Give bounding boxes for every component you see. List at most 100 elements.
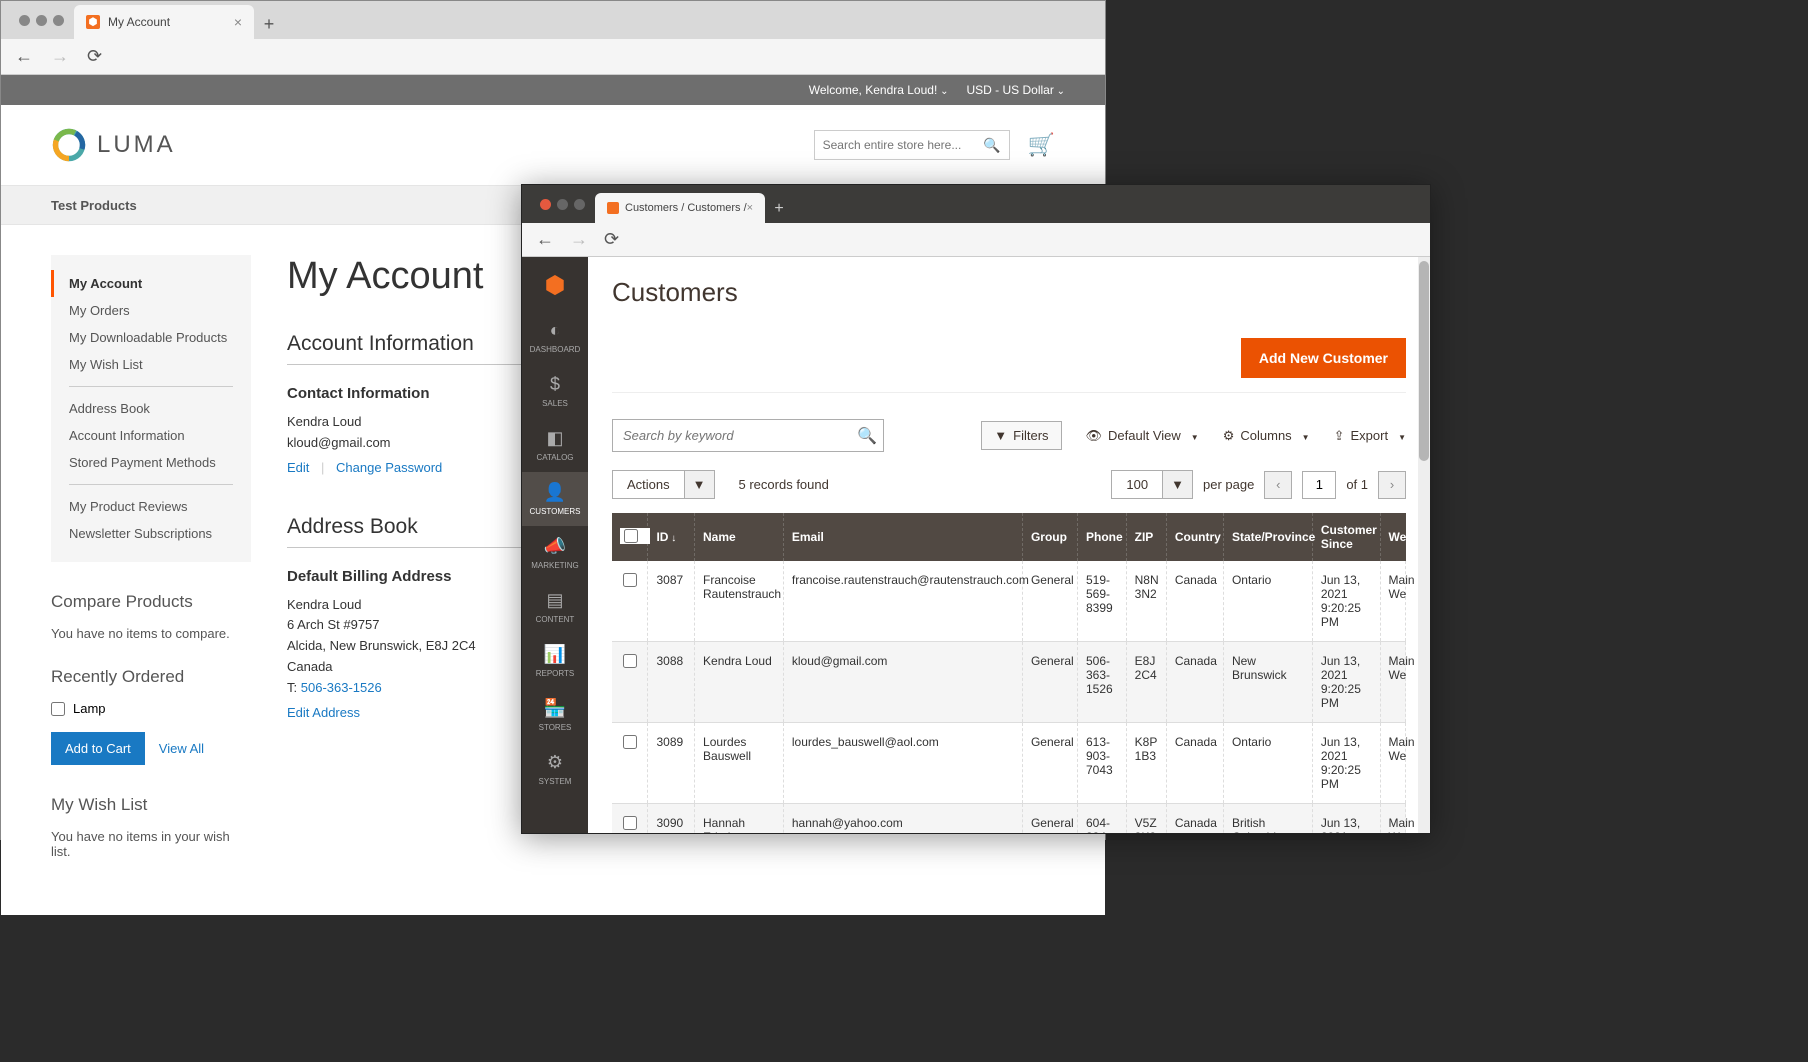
menu-payment-methods[interactable]: Stored Payment Methods	[51, 449, 251, 476]
nav-sales[interactable]: $SALES	[522, 364, 588, 418]
new-tab-button[interactable]: +	[765, 195, 793, 223]
close-window-icon[interactable]	[540, 199, 551, 210]
luma-logo[interactable]: LUMA	[51, 127, 176, 163]
back-icon[interactable]: ←	[15, 46, 33, 67]
menu-item-test-products[interactable]: Test Products	[51, 198, 137, 213]
nav-marketing[interactable]: 📣MARKETING	[522, 526, 588, 580]
currency-dropdown[interactable]: USD - US Dollar	[966, 83, 1065, 97]
add-to-cart-button[interactable]: Add to Cart	[51, 732, 145, 765]
page-size-select[interactable]: 100 ▼	[1111, 470, 1193, 499]
nav-system[interactable]: ⚙SYSTEM	[522, 742, 588, 796]
back-icon[interactable]: ←	[536, 229, 554, 250]
magento-logo-icon[interactable]: ⬢	[545, 271, 566, 300]
chevron-down-icon[interactable]: ▼	[684, 471, 714, 498]
menu-address-book[interactable]: Address Book	[51, 395, 251, 422]
reload-icon[interactable]: ⟳	[604, 229, 619, 250]
view-all-link[interactable]: View All	[159, 741, 204, 756]
filters-button[interactable]: ▼ Filters	[981, 421, 1061, 450]
close-tab-icon[interactable]: ×	[234, 14, 242, 30]
keyword-search[interactable]: 🔍	[612, 419, 884, 452]
admin-content: Customers Add New Customer 🔍 ▼ Filters 👁…	[588, 257, 1430, 833]
default-view-dropdown[interactable]: 👁 Default View	[1086, 428, 1199, 444]
row-checkbox[interactable]	[623, 816, 637, 830]
nav-stores[interactable]: 🏪STORES	[522, 688, 588, 742]
browser-tab[interactable]: Customers / Customers / ×	[595, 193, 765, 223]
col-since[interactable]: Customer Since	[1312, 513, 1380, 561]
cell-state: Ontario	[1223, 723, 1312, 804]
col-zip[interactable]: ZIP	[1126, 513, 1166, 561]
cell-name: Lourdes Bauswell	[695, 723, 784, 804]
table-row[interactable]: 3090Hannah Edmisonhannah@yahoo.comGenera…	[612, 804, 1406, 834]
cell-zip: K8P 1B3	[1126, 723, 1166, 804]
edit-link[interactable]: Edit	[287, 460, 309, 475]
edit-address-link[interactable]: Edit Address	[287, 705, 360, 720]
new-tab-button[interactable]: +	[254, 9, 284, 39]
account-sidebar: My Account My Orders My Downloadable Pro…	[51, 255, 251, 885]
minimize-window-icon[interactable]	[557, 199, 568, 210]
catalog-icon: ◧	[546, 428, 563, 449]
col-id[interactable]: ID	[656, 530, 676, 544]
cell-email: francoise.rautenstrauch@rautenstrauch.co…	[783, 561, 1022, 642]
nav-reports[interactable]: 📊REPORTS	[522, 634, 588, 688]
store-search[interactable]: 🔍	[814, 130, 1010, 160]
row-checkbox[interactable]	[623, 573, 637, 587]
forward-icon[interactable]: →	[570, 229, 588, 250]
menu-account-info[interactable]: Account Information	[51, 422, 251, 449]
change-password-link[interactable]: Change Password	[336, 460, 442, 475]
col-country[interactable]: Country	[1166, 513, 1223, 561]
menu-newsletter[interactable]: Newsletter Subscriptions	[51, 520, 251, 547]
row-checkbox[interactable]	[623, 654, 637, 668]
nav-catalog[interactable]: ◧CATALOG	[522, 418, 588, 472]
cell-since: Jun 13, 2021 9:20:25 PM	[1312, 723, 1380, 804]
cell-name: Hannah Edmison	[695, 804, 784, 834]
maximize-window-icon[interactable]	[574, 199, 585, 210]
add-customer-button[interactable]: Add New Customer	[1241, 338, 1406, 378]
prev-page-button[interactable]: ‹	[1264, 471, 1292, 499]
search-icon[interactable]: 🔍	[851, 426, 883, 446]
nav-content[interactable]: ▤CONTENT	[522, 580, 588, 634]
columns-dropdown[interactable]: ⚙ Columns	[1223, 428, 1310, 444]
reload-icon[interactable]: ⟳	[87, 46, 102, 67]
browser-tab[interactable]: ⬢ My Account ×	[74, 5, 254, 39]
recent-item: Lamp	[51, 701, 251, 716]
cell-email: lourdes_bauswell@aol.com	[783, 723, 1022, 804]
row-checkbox[interactable]	[623, 735, 637, 749]
nav-dashboard[interactable]: ◐DASHBOARD	[522, 310, 588, 364]
actions-dropdown[interactable]: Actions ▼	[612, 470, 715, 499]
col-state[interactable]: State/Province	[1223, 513, 1312, 561]
table-row[interactable]: 3089Lourdes Bauswelllourdes_bauswell@aol…	[612, 723, 1406, 804]
select-all-checkbox[interactable]: ▾	[620, 528, 650, 544]
nav-customers[interactable]: 👤CUSTOMERS	[522, 472, 588, 526]
menu-my-account[interactable]: My Account	[51, 270, 251, 297]
chevron-down-icon[interactable]: ▼	[1162, 471, 1192, 498]
next-page-button[interactable]: ›	[1378, 471, 1406, 499]
system-icon: ⚙	[547, 752, 563, 773]
col-website[interactable]: We	[1380, 513, 1405, 561]
recent-checkbox[interactable]	[51, 702, 65, 716]
scrollbar-thumb[interactable]	[1419, 261, 1429, 461]
window-controls[interactable]	[540, 199, 585, 210]
search-input[interactable]	[613, 428, 851, 443]
table-row[interactable]: 3088Kendra Loudkloud@gmail.comGeneral506…	[612, 642, 1406, 723]
search-icon[interactable]: 🔍	[983, 137, 1000, 154]
col-group[interactable]: Group	[1022, 513, 1077, 561]
col-email[interactable]: Email	[783, 513, 1022, 561]
table-row[interactable]: 3087Francoise Rautenstrauchfrancoise.rau…	[612, 561, 1406, 642]
menu-downloadable[interactable]: My Downloadable Products	[51, 324, 251, 351]
page-number-input[interactable]	[1302, 471, 1336, 499]
search-input[interactable]	[823, 138, 984, 152]
menu-reviews[interactable]: My Product Reviews	[51, 493, 251, 520]
col-phone[interactable]: Phone	[1077, 513, 1126, 561]
menu-wishlist[interactable]: My Wish List	[51, 351, 251, 378]
storefront-topbar: Welcome, Kendra Loud! USD - US Dollar	[1, 75, 1105, 105]
forward-icon[interactable]: →	[51, 46, 69, 67]
addr-phone-link[interactable]: 506-363-1526	[301, 680, 382, 695]
menu-my-orders[interactable]: My Orders	[51, 297, 251, 324]
export-dropdown[interactable]: ⇪ Export	[1334, 428, 1406, 444]
col-name[interactable]: Name	[695, 513, 784, 561]
close-tab-icon[interactable]: ×	[747, 202, 753, 214]
welcome-dropdown[interactable]: Welcome, Kendra Loud!	[809, 83, 949, 97]
cart-icon[interactable]: 🛒	[1028, 132, 1055, 158]
records-found: 5 records found	[739, 477, 829, 492]
scrollbar[interactable]	[1418, 257, 1430, 833]
